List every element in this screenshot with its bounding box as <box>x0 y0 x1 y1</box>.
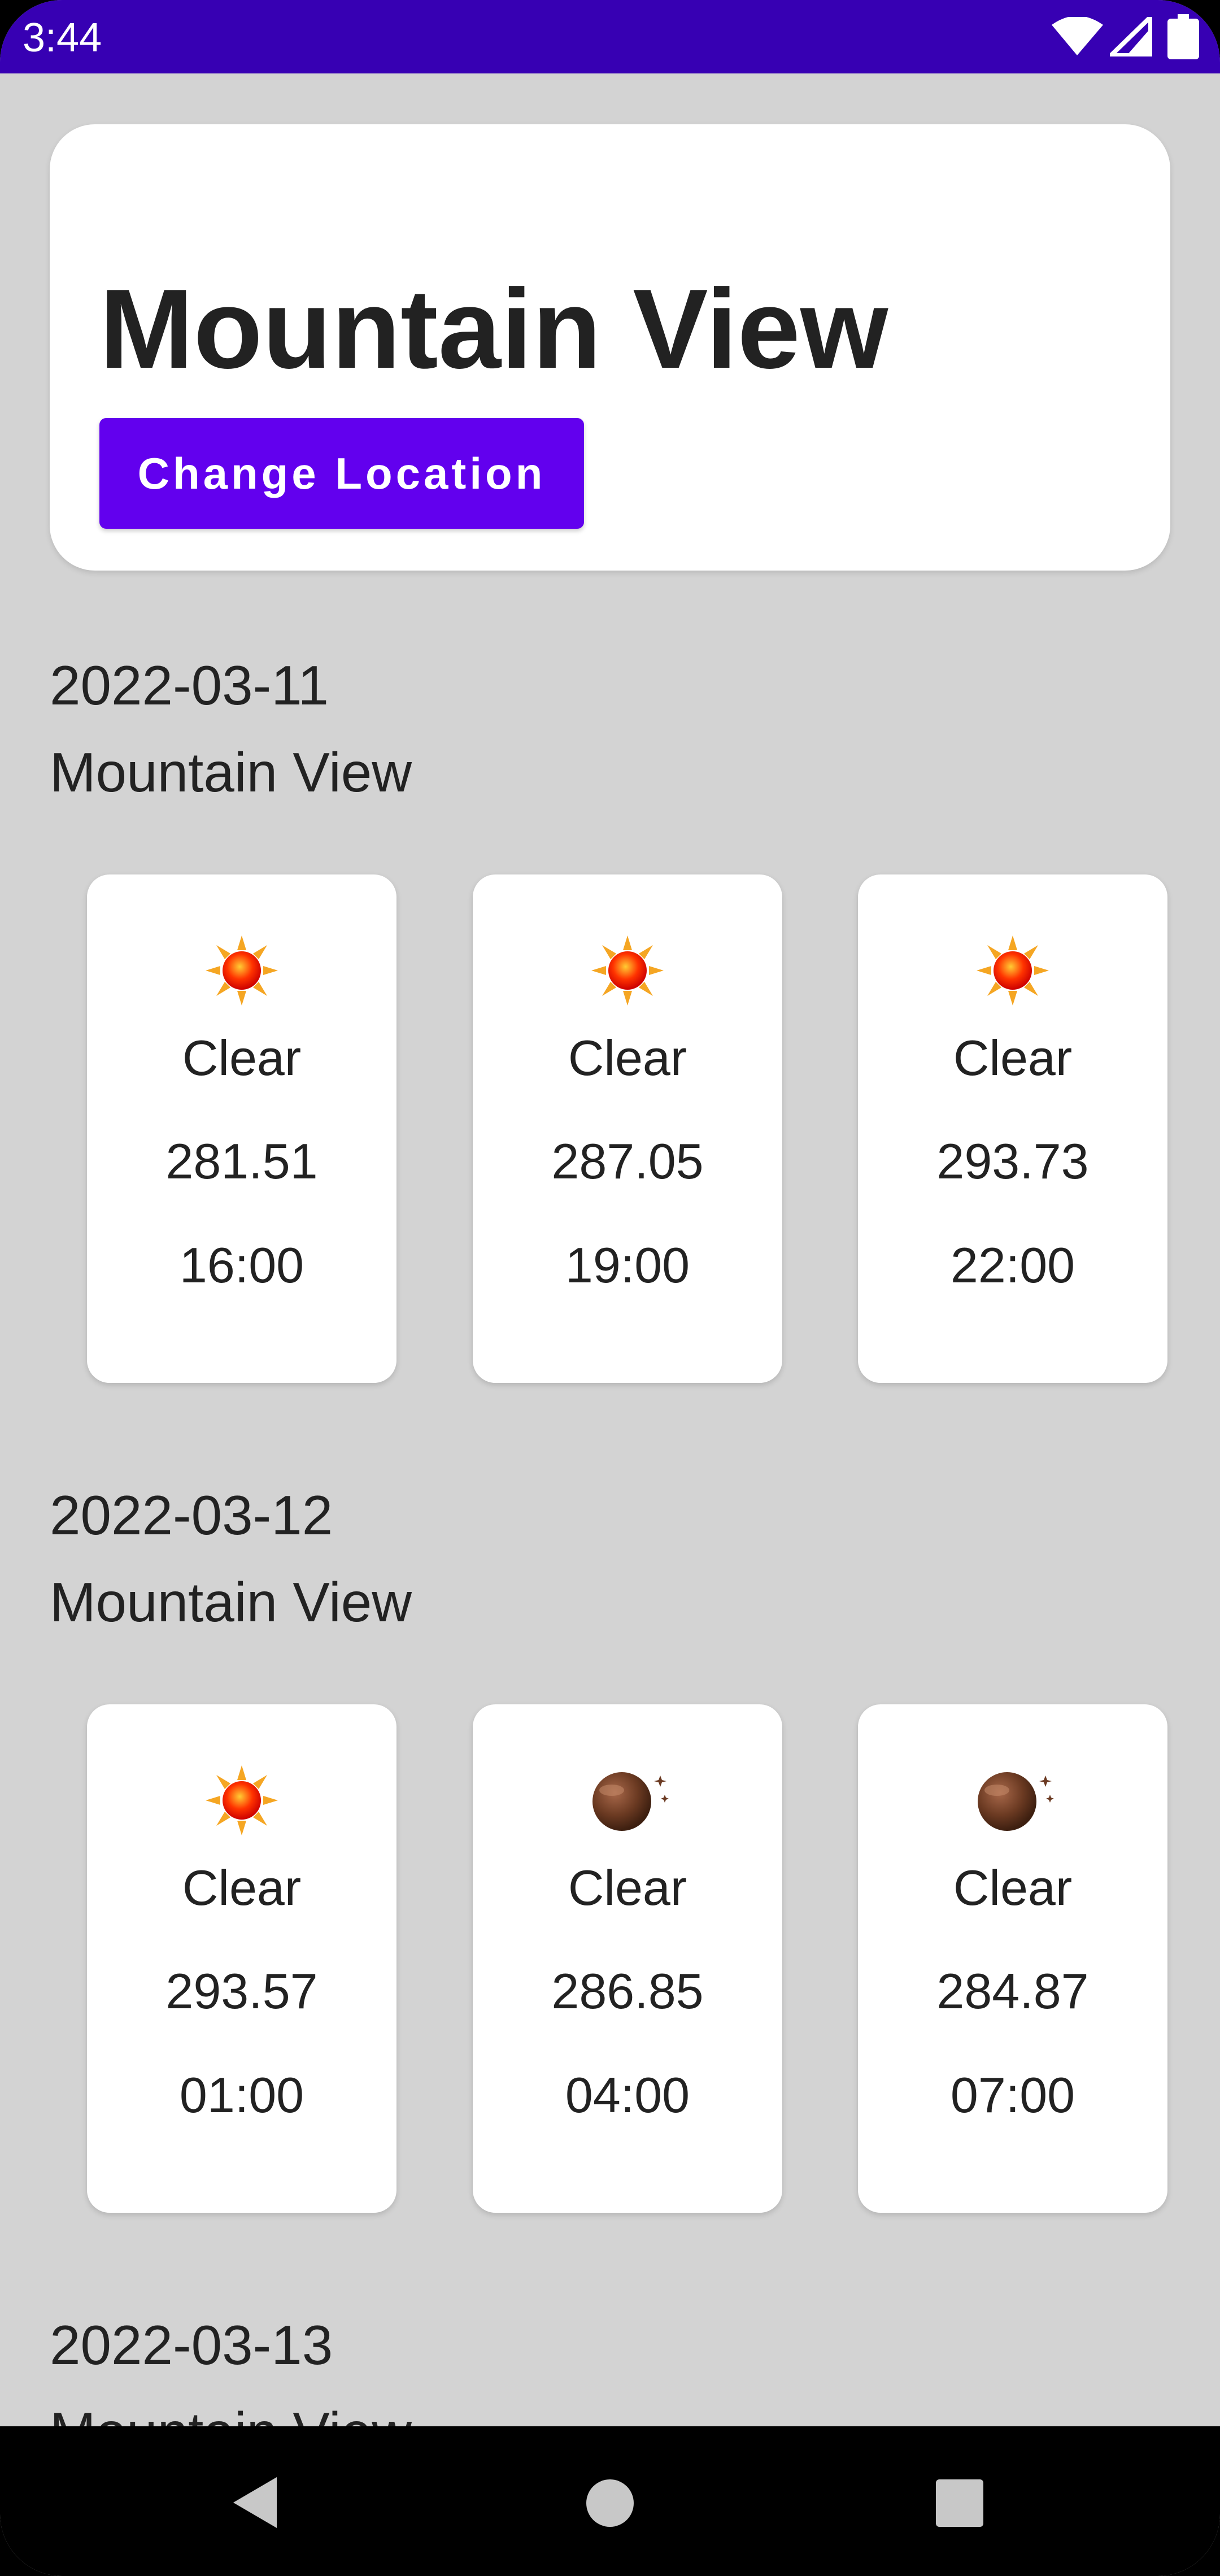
day-date: 2022-03-12 <box>50 1484 333 1546</box>
forecast-card[interactable]: Clear 281.51 16:00 <box>87 874 396 1383</box>
day-section: 2022-03-11 Mountain View Clear 281.51 16… <box>0 651 1220 1389</box>
sun-icon <box>206 935 278 1006</box>
day-date: 2022-03-11 <box>50 654 329 716</box>
forecast-condition: Clear <box>953 1030 1073 1086</box>
forecast-temperature: 281.51 <box>165 1133 318 1189</box>
forecast-time: 07:00 <box>950 2067 1075 2123</box>
forecast-card[interactable]: Clear 286.85 04:00 <box>473 1704 782 2213</box>
forecast-time: 01:00 <box>179 2067 304 2123</box>
moon-icon <box>592 1772 669 1831</box>
back-icon[interactable] <box>229 2474 280 2531</box>
forecast-card[interactable]: Clear 293.73 22:00 <box>858 874 1167 1383</box>
forecast-temperature: 286.85 <box>551 1963 704 2019</box>
forecast-card[interactable]: Clear 287.05 19:00 <box>473 874 782 1383</box>
recents-icon[interactable] <box>935 2478 984 2528</box>
status-bar: 3:44 <box>0 0 1220 73</box>
moon-icon <box>978 1772 1054 1831</box>
home-icon[interactable] <box>585 2478 635 2528</box>
forecast-condition: Clear <box>568 1860 687 1916</box>
forecast-temperature: 293.73 <box>936 1133 1089 1189</box>
status-icons <box>1051 14 1220 59</box>
change-location-button[interactable]: Change Location <box>99 418 584 529</box>
forecast-condition: Clear <box>182 1860 302 1916</box>
location-header-card: Mountain View Change Location <box>50 124 1170 571</box>
forecast-row: Clear 281.51 16:00 Clear 287.05 19:00 Cl… <box>0 874 1220 1386</box>
forecast-scroll-area[interactable]: Mountain View Change Location 2022-03-11… <box>0 73 1220 2426</box>
day-date: 2022-03-13 <box>50 2314 333 2376</box>
sun-icon <box>977 935 1049 1006</box>
forecast-condition: Clear <box>953 1860 1073 1916</box>
forecast-time: 16:00 <box>179 1237 304 1293</box>
city-title: Mountain View <box>99 266 888 392</box>
forecast-condition: Clear <box>568 1030 687 1086</box>
day-city: Mountain View <box>50 2398 412 2426</box>
phone-screen: 3:44 Mountain View Change Location 2022-… <box>0 0 1220 2576</box>
day-section: 2022-03-12 Mountain View Clear 293.57 01… <box>0 1481 1220 2218</box>
status-time: 3:44 <box>23 15 102 60</box>
day-city: Mountain View <box>50 741 412 803</box>
forecast-temperature: 287.05 <box>551 1133 704 1189</box>
forecast-condition: Clear <box>182 1030 302 1086</box>
day-section: 2022-03-13 Mountain View <box>0 2311 1220 2426</box>
cellular-signal-icon <box>1110 17 1152 56</box>
forecast-card[interactable]: Clear 293.57 01:00 <box>87 1704 396 2213</box>
forecast-time: 22:00 <box>950 1237 1075 1293</box>
sun-icon <box>206 1765 278 1835</box>
battery-icon <box>1167 14 1199 59</box>
navigation-bar <box>0 2426 1220 2576</box>
wifi-icon <box>1052 17 1103 55</box>
forecast-time: 04:00 <box>565 2067 690 2123</box>
sun-icon <box>591 935 664 1006</box>
forecast-row: Clear 293.57 01:00 Clear 286.85 04:00 Cl… <box>0 1704 1220 2216</box>
forecast-temperature: 293.57 <box>165 1963 318 2019</box>
forecast-temperature: 284.87 <box>936 1963 1089 2019</box>
forecast-time: 19:00 <box>565 1237 690 1293</box>
forecast-card[interactable]: Clear 284.87 07:00 <box>858 1704 1167 2213</box>
day-city: Mountain View <box>50 1571 412 1633</box>
